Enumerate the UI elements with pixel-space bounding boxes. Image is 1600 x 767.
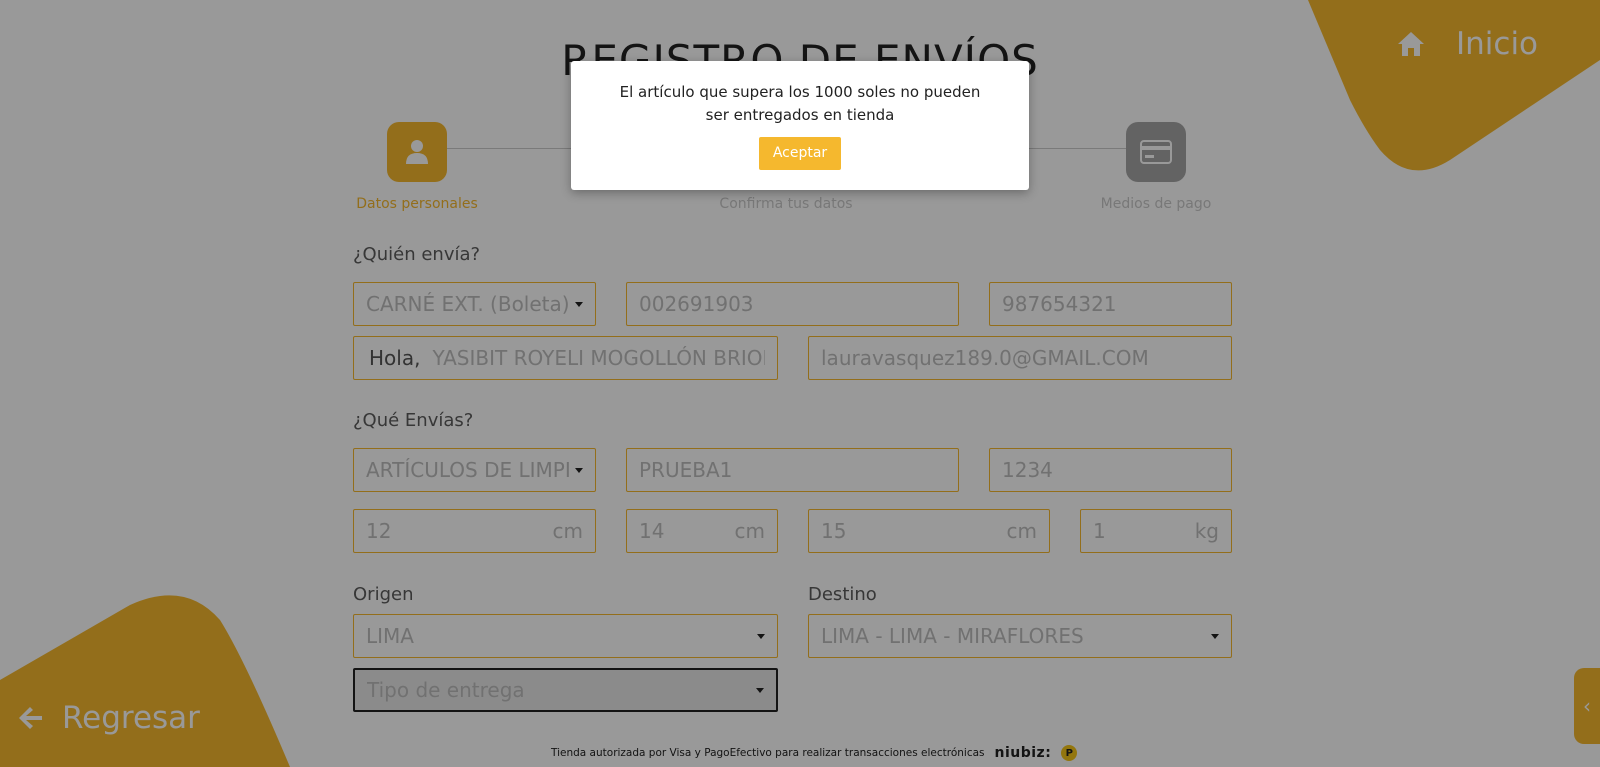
alert-message: El artículo que supera los 1000 soles no… [619, 83, 981, 124]
accept-button[interactable]: Aceptar [759, 137, 841, 170]
alert-dialog: El artículo que supera los 1000 soles no… [571, 61, 1029, 190]
